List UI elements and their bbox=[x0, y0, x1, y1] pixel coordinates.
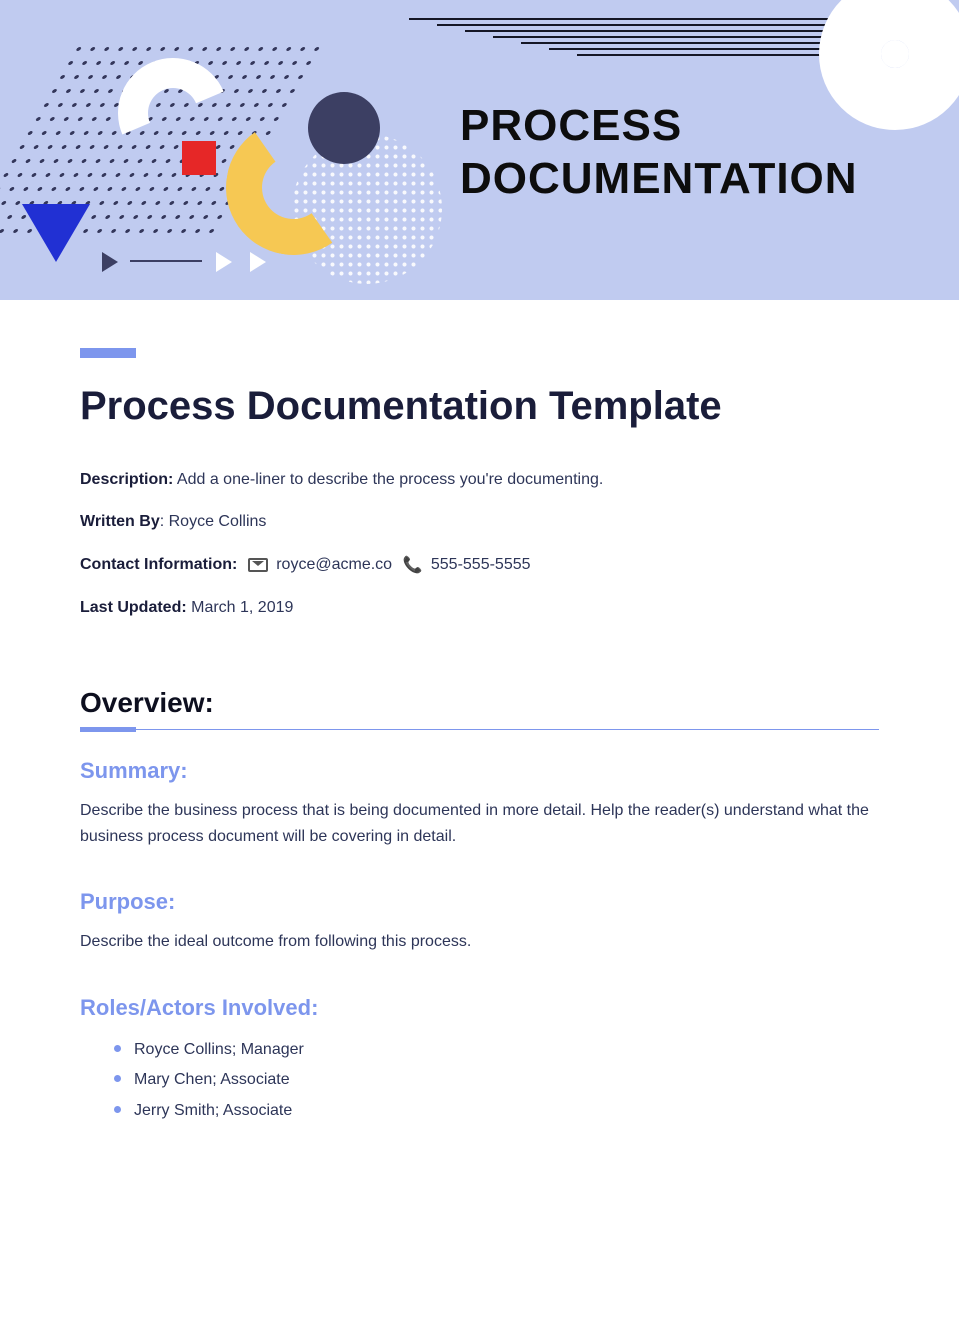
last-updated-label: Last Updated: bbox=[80, 599, 187, 616]
contact-label: Contact Information: bbox=[80, 556, 237, 573]
contact-phone: 555-555-5555 bbox=[426, 556, 530, 573]
accent-bar-icon bbox=[80, 348, 136, 358]
phone-icon: 📞 bbox=[403, 555, 423, 575]
summary-heading: Summary: bbox=[80, 758, 879, 784]
description-text: Add a one-liner to describe the process … bbox=[173, 471, 603, 488]
mail-icon bbox=[248, 558, 268, 572]
document-body: Process Documentation Template Descripti… bbox=[0, 300, 959, 1146]
last-updated-line: Last Updated: March 1, 2019 bbox=[80, 599, 879, 617]
description-label: Description: bbox=[80, 471, 173, 488]
summary-text: Describe the business process that is be… bbox=[80, 798, 879, 849]
list-item: Royce Collins; Manager bbox=[134, 1035, 879, 1065]
short-line-icon bbox=[130, 260, 202, 262]
last-updated-text: March 1, 2019 bbox=[187, 599, 294, 616]
ring-shape-icon bbox=[859, 18, 931, 90]
purpose-heading: Purpose: bbox=[80, 889, 879, 915]
contact-email: royce@acme.co bbox=[272, 556, 397, 573]
banner-title: PROCESS DOCUMENTATION bbox=[460, 100, 858, 206]
play-icon bbox=[250, 252, 266, 272]
red-square-icon bbox=[182, 141, 216, 175]
written-by-label: Written By bbox=[80, 513, 160, 530]
list-item: Mary Chen; Associate bbox=[134, 1065, 879, 1095]
written-by-text: : Royce Collins bbox=[160, 513, 267, 530]
written-by-line: Written By: Royce Collins bbox=[80, 513, 879, 531]
page-title: Process Documentation Template bbox=[80, 384, 879, 429]
contact-line: Contact Information: royce@acme.co 📞 555… bbox=[80, 555, 879, 575]
overview-heading: Overview: bbox=[80, 687, 879, 719]
blue-triangle-icon bbox=[22, 204, 90, 262]
list-item: Jerry Smith; Associate bbox=[134, 1096, 879, 1126]
play-icon bbox=[102, 252, 118, 272]
roles-heading: Roles/Actors Involved: bbox=[80, 995, 879, 1021]
section-rule bbox=[80, 729, 879, 730]
purpose-text: Describe the ideal outcome from followin… bbox=[80, 929, 879, 955]
hero-banner: PROCESS DOCUMENTATION bbox=[0, 0, 959, 300]
play-icon bbox=[216, 252, 232, 272]
navy-circle-icon bbox=[308, 92, 380, 164]
description-line: Description: Add a one-liner to describe… bbox=[80, 471, 879, 489]
roles-list: Royce Collins; Manager Mary Chen; Associ… bbox=[80, 1035, 879, 1126]
